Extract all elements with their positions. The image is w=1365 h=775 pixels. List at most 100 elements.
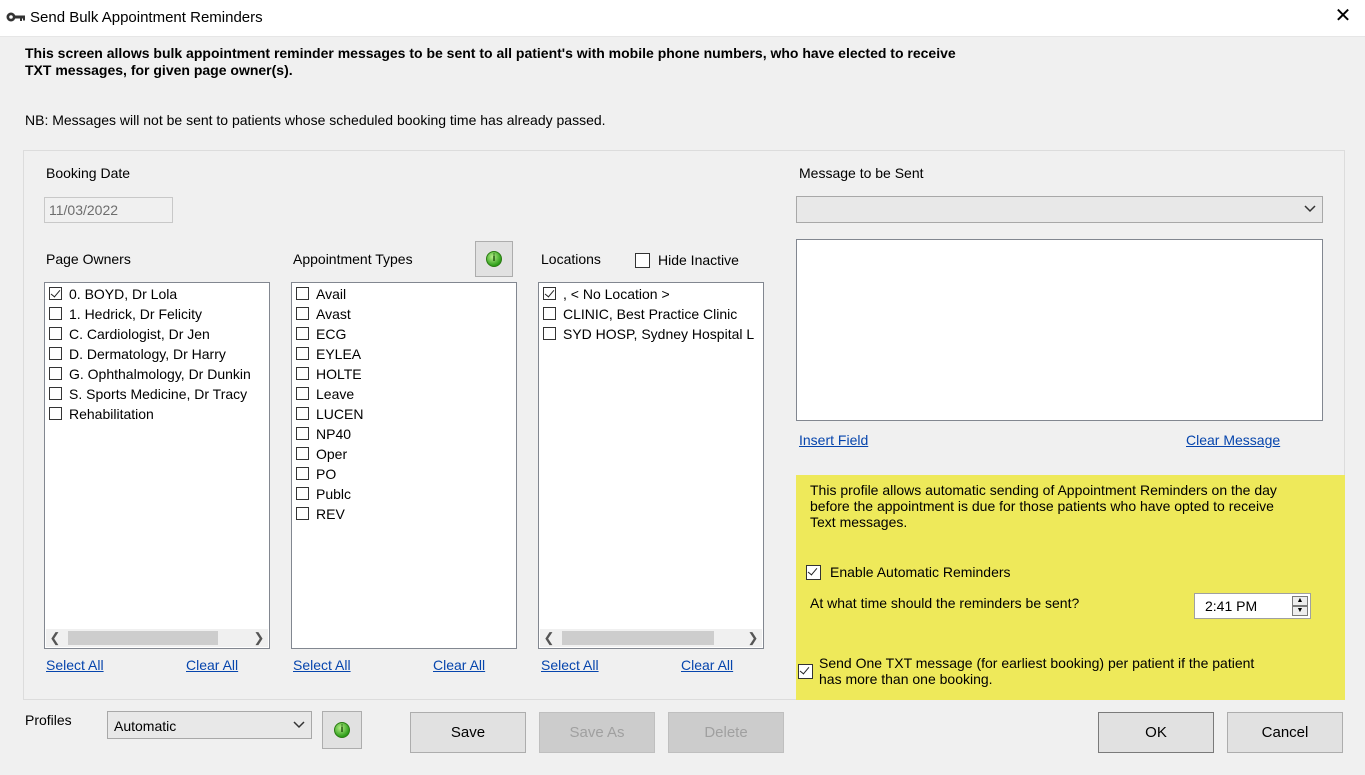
list-item[interactable]: 1. Hedrick, Dr Felicity [45, 304, 269, 324]
checkbox[interactable] [296, 427, 309, 440]
list-item[interactable]: EYLEA [292, 344, 516, 364]
locations-clear-all[interactable]: Clear All [681, 657, 733, 673]
list-item[interactable]: , < No Location > [539, 284, 763, 304]
close-icon[interactable]: ✕ [1333, 6, 1353, 26]
horizontal-scrollbar[interactable]: ❮ ❯ [540, 629, 762, 647]
list-item[interactable]: C. Cardiologist, Dr Jen [45, 324, 269, 344]
checkbox[interactable] [296, 347, 309, 360]
checkbox[interactable] [635, 253, 650, 268]
checkbox[interactable] [49, 327, 62, 340]
clear-message-link[interactable]: Clear Message [1186, 432, 1280, 448]
list-item-label: HOLTE [316, 366, 362, 382]
list-item[interactable]: 0. BOYD, Dr Lola [45, 284, 269, 304]
scroll-right-icon[interactable]: ❯ [744, 629, 762, 647]
scroll-thumb[interactable] [562, 631, 714, 645]
list-item[interactable]: Oper [292, 444, 516, 464]
one-txt-option[interactable]: Send One TXT message (for earliest booki… [796, 655, 1266, 689]
list-item[interactable]: REV [292, 504, 516, 524]
checkbox[interactable] [296, 407, 309, 420]
horizontal-scrollbar[interactable]: ❮ ❯ [46, 629, 268, 647]
spin-up-icon[interactable]: ▲ [1292, 596, 1308, 606]
list-item[interactable]: CLINIC, Best Practice Clinic [539, 304, 763, 324]
checkbox[interactable] [543, 287, 556, 300]
appointment-types-clear-all[interactable]: Clear All [433, 657, 485, 673]
checkbox[interactable] [49, 287, 62, 300]
list-item[interactable]: Rehabilitation [45, 404, 269, 424]
checkbox[interactable] [49, 407, 62, 420]
checkbox[interactable] [49, 307, 62, 320]
save-as-button[interactable]: Save As [539, 712, 655, 753]
chevron-down-icon [293, 721, 305, 729]
list-item-label: CLINIC, Best Practice Clinic [563, 306, 738, 322]
appointment-types-list[interactable]: Avail Avast ECG EYLEA HOLTE Leave LUCEN … [291, 282, 517, 649]
scroll-left-icon[interactable]: ❮ [540, 629, 558, 647]
list-item[interactable]: Publc [292, 484, 516, 504]
checkbox[interactable] [296, 307, 309, 320]
list-item[interactable]: S. Sports Medicine, Dr Tracy [45, 384, 269, 404]
info-icon: i [486, 251, 502, 267]
list-item[interactable]: PO [292, 464, 516, 484]
checkbox[interactable] [296, 467, 309, 480]
checkbox[interactable] [543, 307, 556, 320]
checkbox[interactable] [806, 565, 821, 580]
list-item-label: LUCEN [316, 406, 364, 422]
profiles-info-button[interactable]: i [322, 711, 362, 749]
list-item[interactable]: G. Ophthalmology, Dr Dunkin [45, 364, 269, 384]
list-item[interactable]: D. Dermatology, Dr Harry [45, 344, 269, 364]
list-item-label: Leave [316, 386, 355, 402]
list-item[interactable]: ECG [292, 324, 516, 344]
window-title: Send Bulk Appointment Reminders [30, 9, 263, 26]
delete-button[interactable]: Delete [668, 712, 784, 753]
locations-list[interactable]: , < No Location > CLINIC, Best Practice … [538, 282, 764, 649]
message-select[interactable] [796, 196, 1323, 223]
list-item[interactable]: HOLTE [292, 364, 516, 384]
checkbox[interactable] [296, 287, 309, 300]
list-item-label: G. Ophthalmology, Dr Dunkin [69, 366, 251, 382]
chevron-down-icon [1304, 205, 1316, 213]
appointment-types-label: Appointment Types [293, 251, 413, 267]
checkbox[interactable] [296, 447, 309, 460]
checkbox[interactable] [296, 367, 309, 380]
page-owners-clear-all[interactable]: Clear All [186, 657, 238, 673]
insert-field-link[interactable]: Insert Field [799, 432, 868, 448]
profiles-select[interactable]: Automatic [107, 711, 312, 739]
checkbox[interactable] [296, 387, 309, 400]
checkbox[interactable] [49, 347, 62, 360]
scroll-right-icon[interactable]: ❯ [250, 629, 268, 647]
ok-button[interactable]: OK [1098, 712, 1214, 753]
locations-select-all[interactable]: Select All [541, 657, 599, 673]
key-icon [6, 12, 25, 22]
checkbox[interactable] [798, 664, 813, 679]
list-item[interactable]: NP40 [292, 424, 516, 444]
page-owners-list[interactable]: 0. BOYD, Dr Lola 1. Hedrick, Dr Felicity… [44, 282, 270, 649]
checkbox[interactable] [296, 327, 309, 340]
reminder-time-picker[interactable]: 2:41 PM ▲ ▼ [1194, 593, 1311, 619]
cancel-button[interactable]: Cancel [1227, 712, 1343, 753]
page-owners-select-all[interactable]: Select All [46, 657, 104, 673]
scroll-left-icon[interactable]: ❮ [46, 629, 64, 647]
list-item-label: PO [316, 466, 337, 482]
checkbox[interactable] [49, 387, 62, 400]
profiles-select-value: Automatic [114, 718, 177, 734]
scroll-thumb[interactable] [68, 631, 218, 645]
enable-automatic-reminders[interactable]: Enable Automatic Reminders [806, 563, 1106, 581]
list-item[interactable]: Avail [292, 284, 516, 304]
list-item[interactable]: LUCEN [292, 404, 516, 424]
auto-profile-description: This profile allows automatic sending of… [810, 482, 1277, 530]
checkbox[interactable] [49, 367, 62, 380]
message-body[interactable] [796, 239, 1323, 421]
appointment-types-info-button[interactable]: i [475, 241, 513, 277]
list-item-label: C. Cardiologist, Dr Jen [69, 326, 210, 342]
checkbox[interactable] [543, 327, 556, 340]
booking-date-field[interactable]: 11/03/2022 [44, 197, 173, 223]
list-item[interactable]: Leave [292, 384, 516, 404]
list-item[interactable]: SYD HOSP, Sydney Hospital L [539, 324, 763, 344]
checkbox[interactable] [296, 507, 309, 520]
spin-down-icon[interactable]: ▼ [1292, 606, 1308, 616]
checkbox[interactable] [296, 487, 309, 500]
list-item-label: NP40 [316, 426, 352, 442]
list-item[interactable]: Avast [292, 304, 516, 324]
nb-text: NB: Messages will not be sent to patient… [25, 112, 606, 128]
appointment-types-select-all[interactable]: Select All [293, 657, 351, 673]
save-button[interactable]: Save [410, 712, 526, 753]
